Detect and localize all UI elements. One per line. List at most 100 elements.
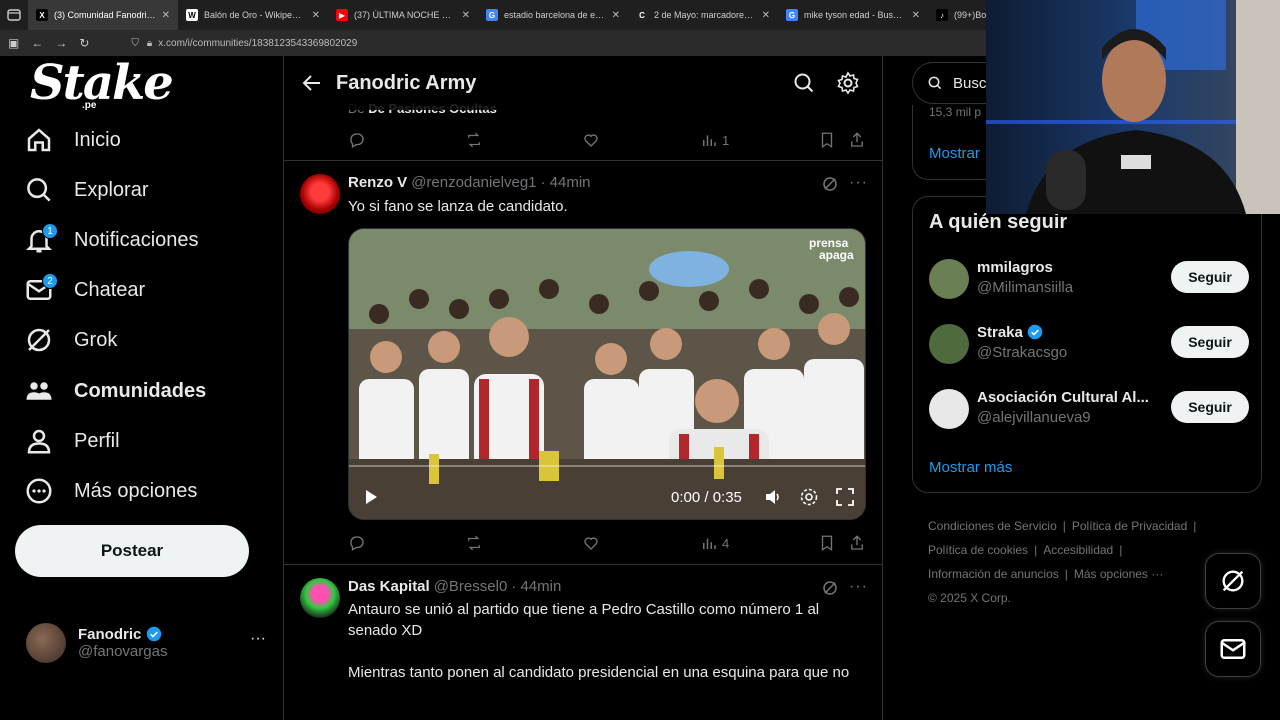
reply-icon[interactable] <box>348 131 366 149</box>
footer-link[interactable]: Condiciones de Servicio <box>928 519 1057 533</box>
suggestion-handle: @Milimansiilla <box>977 279 1074 296</box>
tab-close-icon[interactable]: ✕ <box>912 10 920 21</box>
footer-separator: | <box>1064 567 1068 581</box>
tweet-author-name[interactable]: Renzo V <box>348 174 407 191</box>
search-icon[interactable] <box>792 71 816 95</box>
follow-button[interactable]: Seguir <box>1171 391 1249 423</box>
footer-link[interactable]: Información de anuncios <box>928 567 1059 581</box>
footer-link[interactable]: Política de cookies <box>928 543 1028 557</box>
video-controls: 0:00 / 0:35 <box>349 475 865 519</box>
share-icon[interactable] <box>848 534 866 552</box>
nav-item-chatear[interactable]: 2 Chatear <box>24 270 145 310</box>
nav-item-inicio[interactable]: Inicio <box>24 120 121 160</box>
play-icon[interactable] <box>363 489 379 505</box>
repost-icon[interactable] <box>465 131 483 149</box>
mail-icon: 2 <box>24 273 58 305</box>
avatar[interactable] <box>929 389 969 429</box>
communities-icon <box>24 376 54 406</box>
suggestion-name: Asociación Cultural Al... <box>977 389 1149 406</box>
reload-icon[interactable]: ↻ <box>79 36 89 50</box>
show-more-link[interactable]: Mostrar <box>929 145 980 162</box>
like-icon[interactable] <box>582 534 600 552</box>
share-icon[interactable] <box>848 131 866 149</box>
volume-icon[interactable] <box>763 487 783 507</box>
tweet-time[interactable]: · 44min <box>511 578 561 595</box>
follow-suggestion[interactable]: Straka @Strakacsgo Seguir <box>929 322 1249 366</box>
tweet-author-handle[interactable]: @renzodanielveg1 <box>411 174 536 191</box>
footer-link[interactable]: Política de Privacidad <box>1072 519 1187 533</box>
tweet-more-icon[interactable]: ··· <box>849 578 868 596</box>
tab-close-icon[interactable]: ✕ <box>312 10 320 21</box>
account-name: Fanodric <box>78 626 142 643</box>
tab-close-icon[interactable]: ✕ <box>612 10 620 21</box>
browser-tab[interactable]: G mike tyson edad - Buscar con G ✕ <box>778 0 928 30</box>
account-more-icon[interactable]: ··· <box>250 630 266 648</box>
avatar[interactable] <box>929 259 969 299</box>
tweet-more-icon[interactable]: ··· <box>849 174 868 192</box>
nav-item-comunidades[interactable]: Comunidades <box>24 371 206 411</box>
browser-tab[interactable]: ▶ (37) ÚLTIMA NOCHE EXCITA ✕ <box>328 0 478 30</box>
avatar[interactable] <box>929 324 969 364</box>
nav-item-más-opciones[interactable]: Más opciones <box>24 471 197 511</box>
browser-tab[interactable]: C 2 de Mayo: marcadores en dire ✕ <box>628 0 778 30</box>
follow-suggestion[interactable]: mmilagros @Milimansiilla Seguir <box>929 257 1249 301</box>
stake-logo[interactable]: Stake <box>30 55 174 111</box>
tweet-avatar[interactable] <box>300 174 340 214</box>
tab-actions-icon[interactable] <box>0 0 28 30</box>
tweet-header: Das Kapital @Bressel0 · 44min <box>348 578 561 595</box>
browser-tab[interactable]: X (3) Comunidad Fanodric Ar ✕ <box>28 0 178 30</box>
webcam-overlay <box>986 0 1280 214</box>
tweet-author-handle[interactable]: @Bressel0 <box>434 578 508 595</box>
nav-item-explorar[interactable]: Explorar <box>24 170 148 210</box>
follow-button[interactable]: Seguir <box>1171 261 1249 293</box>
account-avatar <box>26 623 66 663</box>
grok-fab[interactable] <box>1205 553 1261 609</box>
browser-tab[interactable]: G estadio barcelona de ecuador c ✕ <box>478 0 628 30</box>
sidebar-toggle-icon[interactable]: ▣ <box>8 36 19 50</box>
views-count: 4 <box>722 535 730 551</box>
back-arrow-icon[interactable] <box>300 71 324 95</box>
show-more-link[interactable]: Mostrar más <box>929 459 1012 476</box>
tweet-time[interactable]: · 44min <box>541 174 591 191</box>
tab-close-icon[interactable]: ✕ <box>762 10 770 21</box>
post-button[interactable]: Postear <box>15 525 249 577</box>
footer-separator: | <box>1119 543 1123 557</box>
reply-icon[interactable] <box>348 534 366 552</box>
tweet-avatar[interactable] <box>300 578 340 618</box>
tab-close-icon[interactable]: ✕ <box>462 10 470 21</box>
url-text: x.com/i/communities/1838123543369802029 <box>158 37 358 49</box>
bookmark-icon[interactable] <box>818 131 836 149</box>
stake-logo-sub: .pe <box>82 100 97 111</box>
views-icon[interactable]: 4 <box>700 534 729 552</box>
nav-item-grok[interactable]: Grok <box>24 320 117 360</box>
gear-icon[interactable] <box>836 71 860 95</box>
tweet-video[interactable]: prensa apaga 0:00 / 0:35 <box>348 228 866 520</box>
footer-link[interactable]: Accesibilidad <box>1043 543 1113 557</box>
follow-button[interactable]: Seguir <box>1171 326 1249 358</box>
tweet-author-name[interactable]: Das Kapital <box>348 578 430 595</box>
messages-fab[interactable] <box>1205 621 1261 677</box>
tab-close-icon[interactable]: ✕ <box>162 10 170 21</box>
follow-suggestion[interactable]: Asociación Cultural Al... @alejvillanuev… <box>929 387 1249 431</box>
lock-icon: 🔒︎ <box>146 37 153 49</box>
nav-item-notificaciones[interactable]: 1 Notificaciones <box>24 220 199 260</box>
bookmark-icon[interactable] <box>818 534 836 552</box>
bell-icon: 1 <box>24 223 58 255</box>
forward-browser-icon[interactable]: → <box>55 36 67 50</box>
footer-link: © 2025 X Corp. <box>928 591 1011 605</box>
like-icon[interactable] <box>582 131 600 149</box>
nav-item-perfil[interactable]: Perfil <box>24 421 120 461</box>
fullscreen-icon[interactable] <box>835 487 855 507</box>
browser-tab[interactable]: W Balón de Oro - Wikipedia, la en ✕ <box>178 0 328 30</box>
community-timeline: Fanodric Army De De Pasiones Ocultas 1 R… <box>283 56 883 720</box>
views-icon[interactable]: 1 <box>700 131 729 149</box>
grok-icon[interactable] <box>821 175 839 193</box>
back-browser-icon[interactable]: ← <box>31 36 43 50</box>
url-field[interactable]: ⛉ 🔒︎ x.com/i/communities/18381235433698020… <box>131 38 357 49</box>
grok-icon <box>24 325 54 355</box>
footer-link[interactable]: Más opciones ··· <box>1074 567 1163 581</box>
grok-icon[interactable] <box>821 579 839 597</box>
repost-icon[interactable] <box>465 534 483 552</box>
account-switcher[interactable]: Fanodric @fanovargas ··· <box>26 620 266 666</box>
settings-icon[interactable] <box>799 487 819 507</box>
